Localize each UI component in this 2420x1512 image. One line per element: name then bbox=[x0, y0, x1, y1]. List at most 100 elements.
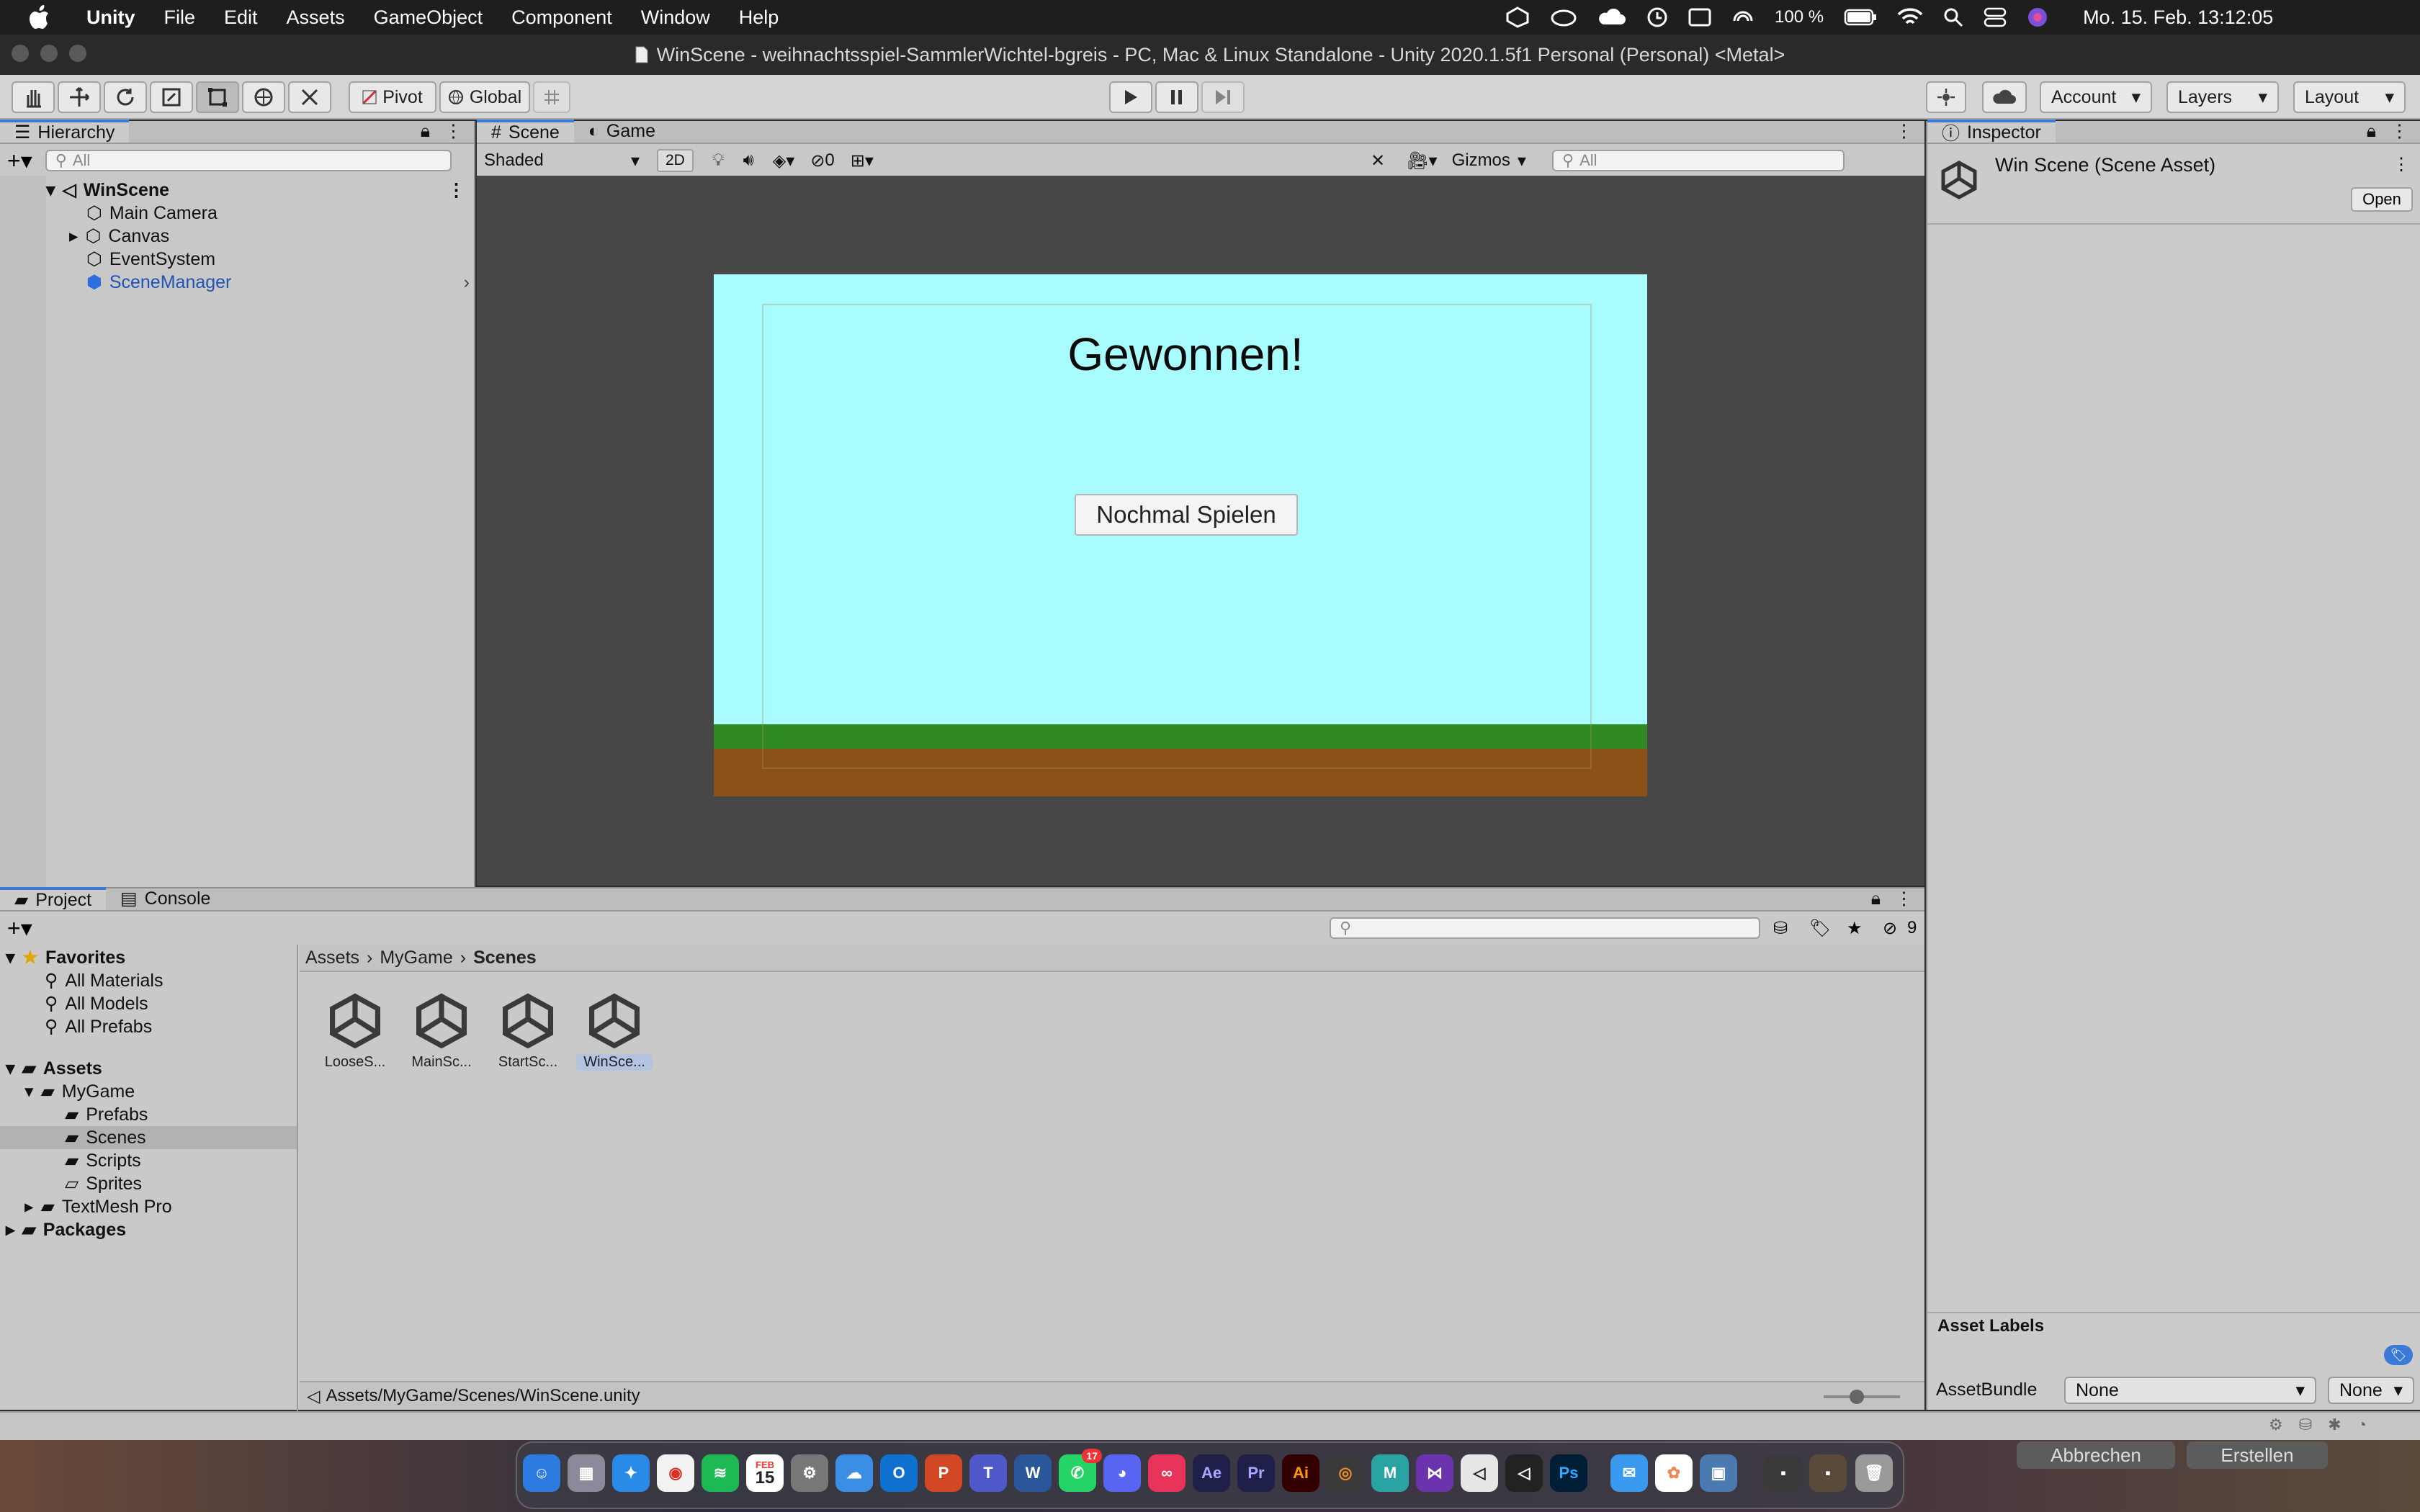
add-icon[interactable]: +▾ bbox=[7, 147, 32, 174]
hierarchy-item-main-camera[interactable]: ⬡ Main Camera bbox=[86, 202, 218, 225]
control-center-icon[interactable] bbox=[1984, 7, 2007, 27]
wifi-icon[interactable] bbox=[1897, 7, 1923, 27]
discord-icon[interactable]: ◕ bbox=[1103, 1454, 1141, 1492]
favorite-all-prefabs[interactable]: ⚲ All Prefabs bbox=[45, 1015, 152, 1038]
filter-label-icon[interactable]: 🏷︎ bbox=[1809, 918, 1831, 939]
more-icon[interactable]: ⋮ bbox=[1895, 888, 1913, 909]
unity-status-icon[interactable] bbox=[1505, 6, 1530, 28]
siri-icon[interactable] bbox=[2027, 6, 2048, 28]
progress-icon[interactable]: ◔ bbox=[2357, 1416, 2367, 1434]
battery-icon[interactable] bbox=[1844, 9, 1877, 26]
favorites-group[interactable]: ▾ ★ Favorites bbox=[6, 946, 125, 969]
unity-icon[interactable]: ◁ bbox=[1505, 1454, 1543, 1492]
packages-folder[interactable]: ▸ ▰ Packages bbox=[6, 1218, 126, 1241]
asset-tile-selected[interactable]: WinSce... bbox=[576, 992, 653, 1071]
play-again-button[interactable]: Nochmal Spielen bbox=[1075, 494, 1298, 536]
favorite-all-models[interactable]: ⚲ All Models bbox=[45, 992, 148, 1015]
rect-tool-icon[interactable] bbox=[196, 81, 239, 113]
step-button[interactable] bbox=[1201, 81, 1245, 113]
premiere-icon[interactable]: Pr bbox=[1237, 1454, 1275, 1492]
hidden-packages-icon[interactable]: ⊘ bbox=[1883, 918, 1897, 939]
airdrop-icon[interactable] bbox=[1731, 6, 1754, 28]
menu-file[interactable]: File bbox=[164, 6, 196, 29]
cancel-button[interactable]: Abbrechen bbox=[2017, 1441, 2175, 1469]
open-button[interactable]: Open bbox=[2351, 187, 2413, 212]
display-icon[interactable] bbox=[1688, 8, 1711, 27]
visual-studio-icon[interactable]: ⋈ bbox=[1416, 1454, 1453, 1492]
grid-snap-icon[interactable] bbox=[533, 81, 570, 113]
assetbundle-dropdown[interactable]: None ▾ bbox=[2064, 1377, 2316, 1404]
audio-toggle-icon[interactable]: 🔊︎ bbox=[743, 150, 754, 171]
tab-hierarchy[interactable]: ☰ Hierarchy bbox=[0, 120, 130, 143]
favorite-star-icon[interactable]: ★ bbox=[1847, 918, 1863, 939]
scale-tool-icon[interactable] bbox=[150, 81, 193, 113]
tab-project[interactable]: ▰ Project bbox=[0, 887, 107, 910]
cache-icon[interactable]: ⛁ bbox=[2299, 1416, 2312, 1434]
rotate-tool-icon[interactable] bbox=[104, 81, 147, 113]
debug-icon[interactable]: ⚙ bbox=[2269, 1416, 2283, 1434]
bug-icon[interactable]: ✱ bbox=[2328, 1416, 2341, 1434]
custom-tool-icon[interactable] bbox=[288, 81, 331, 113]
minimized-window-icon[interactable]: ▪ bbox=[1809, 1454, 1847, 1492]
gizmos-dropdown[interactable]: Gizmos ▾ bbox=[1452, 150, 1526, 171]
preview-icon[interactable]: ▣ bbox=[1700, 1454, 1737, 1492]
scene-root[interactable]: ▾ ◁ WinScene ⋮ bbox=[46, 179, 475, 202]
safari-icon[interactable]: ✦ bbox=[612, 1454, 650, 1492]
icloud-icon[interactable] bbox=[1597, 7, 1626, 27]
menu-component[interactable]: Component bbox=[511, 6, 612, 29]
layout-dropdown[interactable]: Layout ▾ bbox=[2293, 81, 2406, 113]
onedrive-icon[interactable]: ☁ bbox=[835, 1454, 873, 1492]
system-preferences-icon[interactable]: ⚙ bbox=[791, 1454, 828, 1492]
grid-toggle-icon[interactable]: ⊞▾ bbox=[851, 150, 874, 171]
blender-icon[interactable]: ◎ bbox=[1327, 1454, 1364, 1492]
zoom-slider-thumb[interactable] bbox=[1850, 1390, 1864, 1404]
trash-icon[interactable]: 🗑︎ bbox=[1855, 1454, 1893, 1492]
cloud-icon[interactable] bbox=[1982, 81, 2027, 113]
chrome-icon[interactable]: ◉ bbox=[657, 1454, 694, 1492]
transform-tool-icon[interactable] bbox=[242, 81, 285, 113]
asset-tile[interactable]: StartSc... bbox=[490, 992, 566, 1071]
play-button[interactable] bbox=[1109, 81, 1152, 113]
whatsapp-icon[interactable]: ✆ 17 bbox=[1059, 1449, 1102, 1492]
breadcrumb-assets[interactable]: Assets bbox=[305, 948, 359, 968]
powerpoint-icon[interactable]: P bbox=[925, 1454, 962, 1492]
layers-dropdown[interactable]: Layers ▾ bbox=[2166, 81, 2279, 113]
account-dropdown[interactable]: Account ▾ bbox=[2040, 81, 2152, 113]
illustrator-icon[interactable]: Ai bbox=[1282, 1454, 1319, 1492]
create-button[interactable]: Erstellen bbox=[2187, 1441, 2328, 1469]
folder-prefabs[interactable]: ▰ Prefabs bbox=[65, 1103, 148, 1126]
shading-dropdown[interactable]: Shaded ▾ bbox=[477, 150, 647, 171]
breadcrumb-scenes[interactable]: Scenes bbox=[473, 948, 537, 968]
asset-tile[interactable]: MainSc... bbox=[403, 992, 480, 1071]
menu-edit[interactable]: Edit bbox=[224, 6, 258, 29]
folder-mygame[interactable]: ▾ ▰ MyGame bbox=[24, 1080, 135, 1103]
pivot-toggle[interactable]: Pivot bbox=[349, 81, 436, 113]
lock-icon[interactable]: 🔒︎ bbox=[1871, 888, 1881, 909]
favorite-all-materials[interactable]: ⚲ All Materials bbox=[45, 969, 163, 992]
photoshop-icon[interactable]: Ps bbox=[1550, 1454, 1587, 1492]
move-tool-icon[interactable] bbox=[58, 81, 101, 113]
after-effects-icon[interactable]: Ae bbox=[1193, 1454, 1230, 1492]
more-icon[interactable]: ⋮ bbox=[444, 120, 462, 142]
breadcrumb-mygame[interactable]: MyGame bbox=[380, 948, 452, 968]
assetbundle-variant-dropdown[interactable]: None ▾ bbox=[2328, 1377, 2414, 1404]
hierarchy-item-eventsystem[interactable]: ⬡ EventSystem bbox=[86, 248, 215, 271]
menu-window[interactable]: Window bbox=[641, 6, 710, 29]
lighting-toggle-icon[interactable]: 💡︎ bbox=[712, 150, 725, 171]
creative-cloud-icon[interactable]: ∞ bbox=[1148, 1454, 1186, 1492]
folder-sprites[interactable]: ▱ Sprites bbox=[65, 1172, 142, 1195]
add-icon[interactable]: +▾ bbox=[7, 914, 32, 942]
2d-toggle[interactable]: 2D bbox=[657, 149, 694, 172]
unity-hub-icon[interactable]: ◁ bbox=[1461, 1454, 1498, 1492]
assets-folder[interactable]: ▾ ▰ Assets bbox=[6, 1057, 102, 1080]
photos-icon[interactable]: ✿ bbox=[1655, 1454, 1693, 1492]
app-name[interactable]: Unity bbox=[86, 6, 135, 29]
folder-scenes[interactable]: ▰ Scenes bbox=[65, 1126, 146, 1149]
tab-inspector[interactable]: ⓘ Inspector bbox=[1927, 120, 2056, 144]
project-search-input[interactable]: ⚲ bbox=[1330, 917, 1760, 939]
hand-tool-icon[interactable] bbox=[12, 81, 55, 113]
collab-icon[interactable] bbox=[1926, 81, 1966, 113]
menu-assets[interactable]: Assets bbox=[287, 6, 345, 29]
tab-console[interactable]: ▤ Console bbox=[106, 887, 225, 910]
lock-icon[interactable]: 🔒︎ bbox=[421, 121, 430, 142]
